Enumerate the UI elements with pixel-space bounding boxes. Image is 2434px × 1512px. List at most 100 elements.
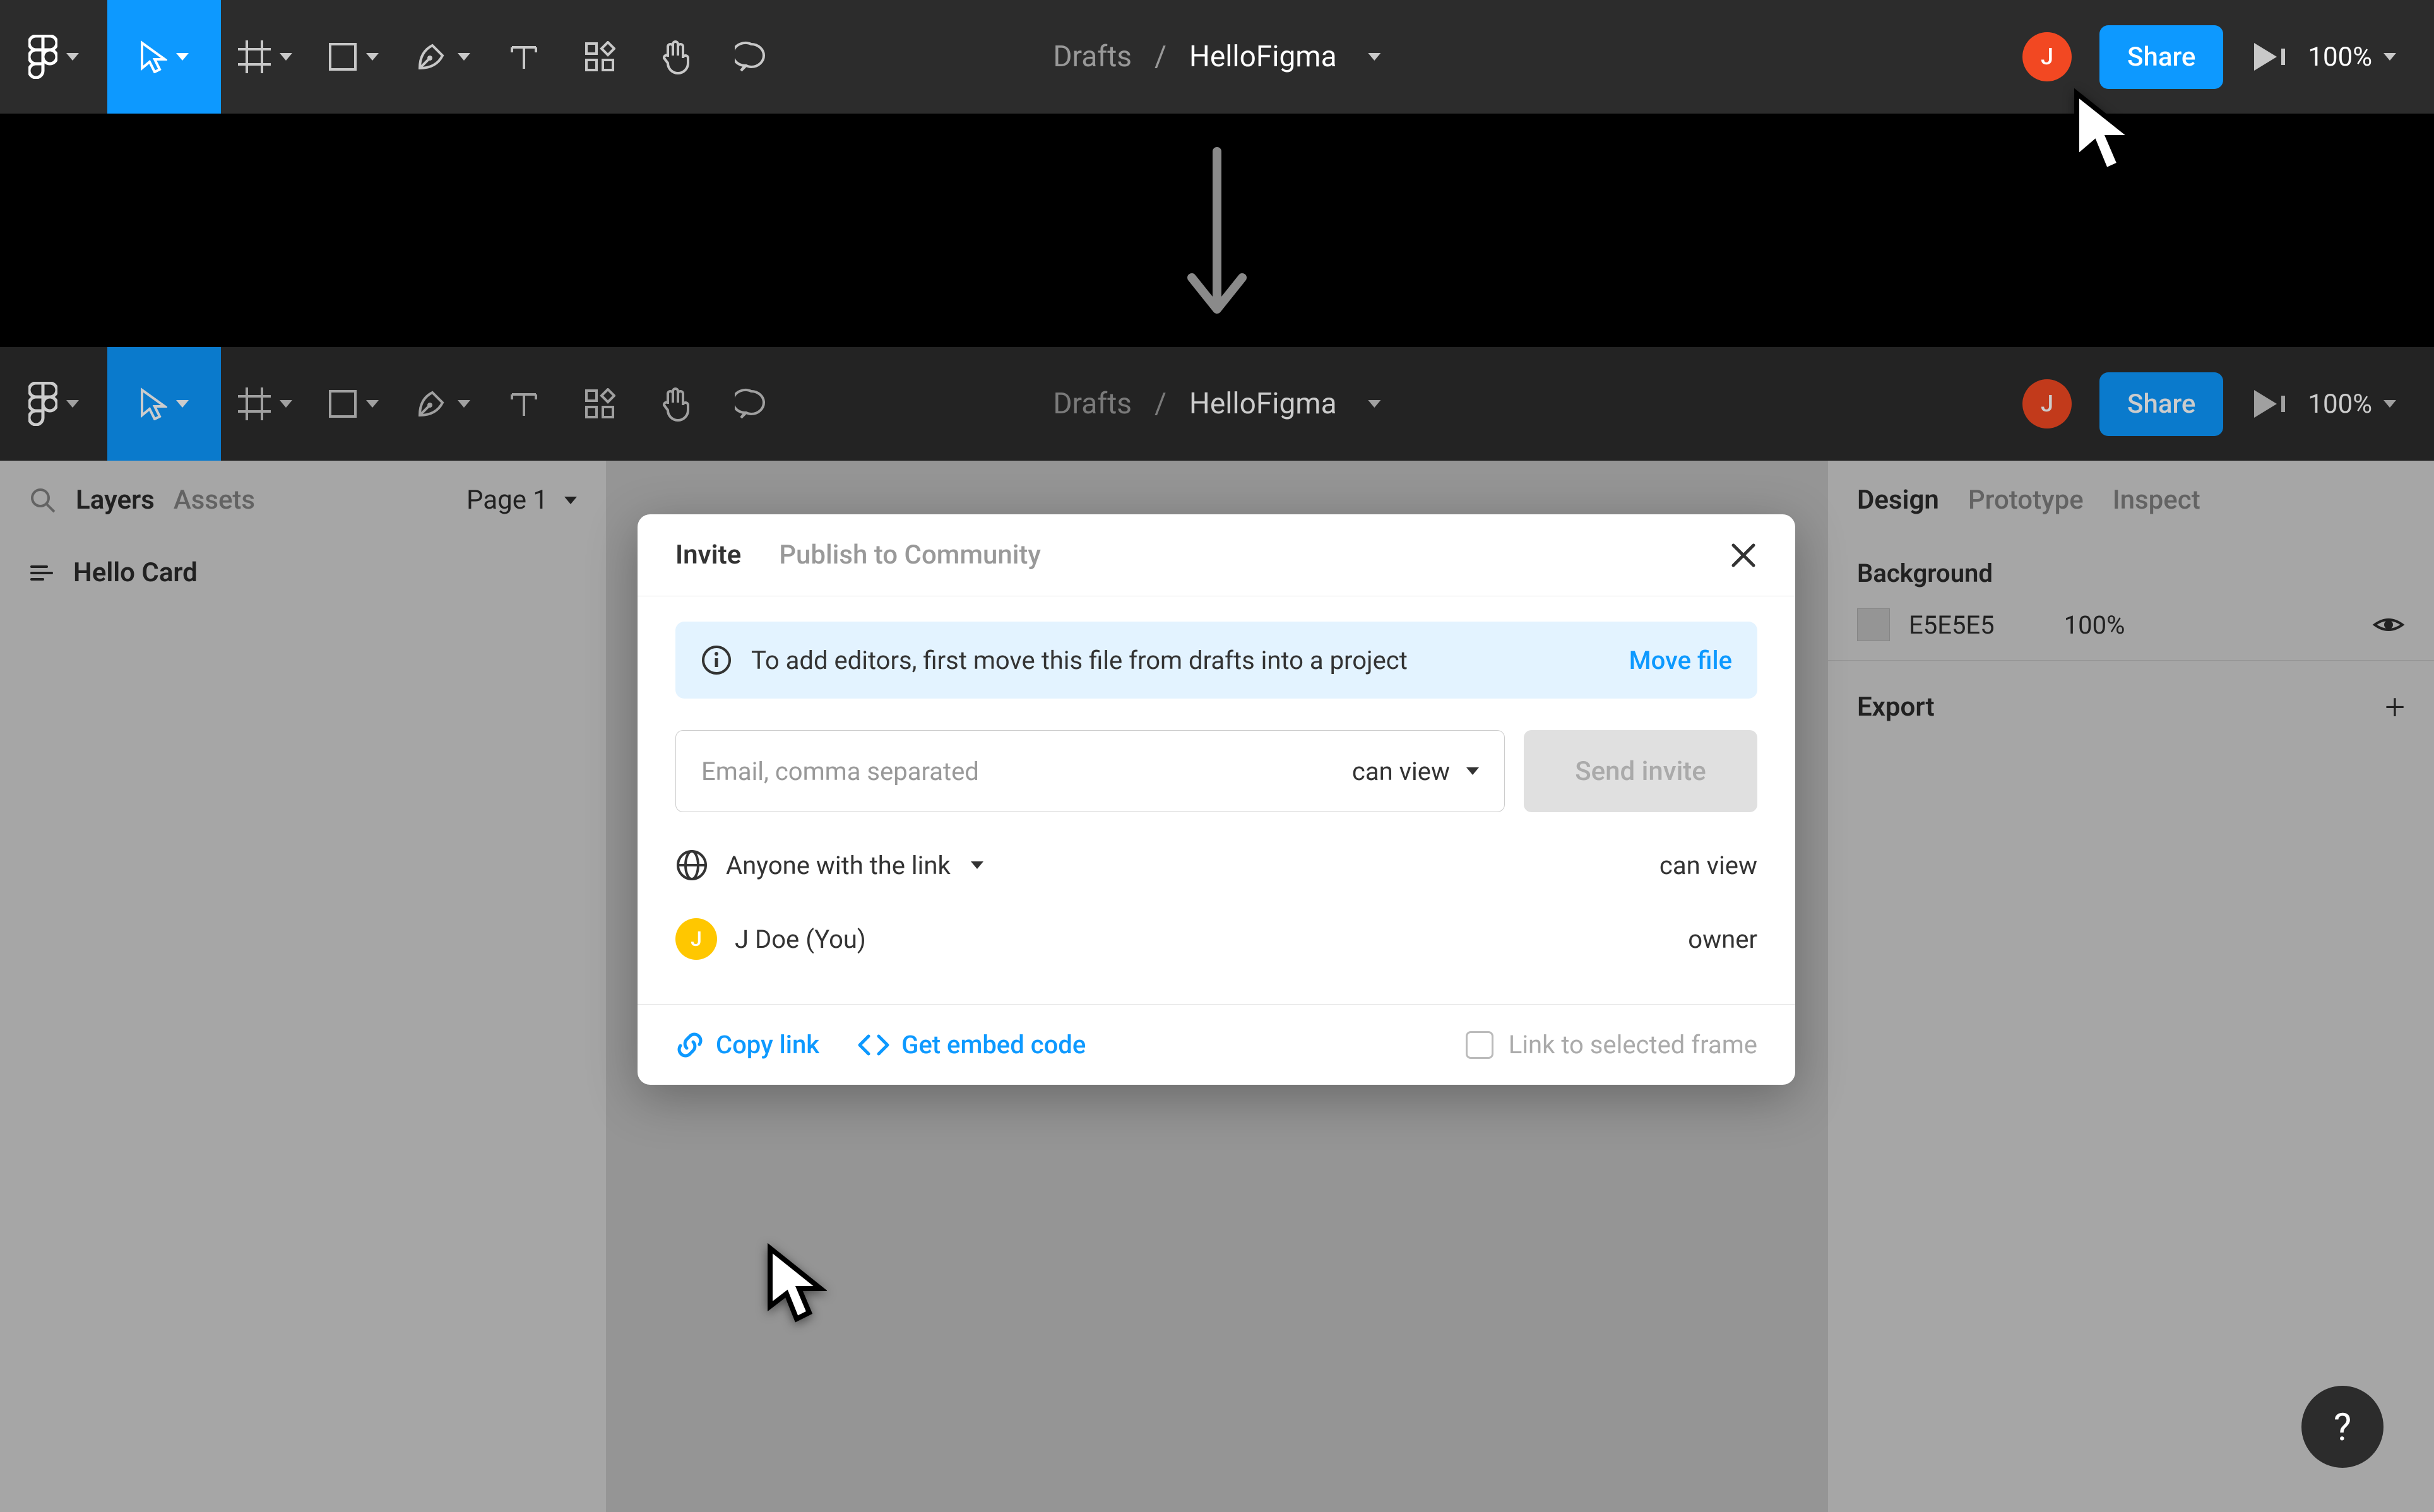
share-button[interactable]: Share bbox=[2099, 25, 2223, 89]
pen-tool-button[interactable] bbox=[398, 0, 486, 114]
frame-tool-button[interactable] bbox=[221, 347, 309, 461]
tab-prototype[interactable]: Prototype bbox=[1968, 485, 2084, 516]
move-file-link[interactable]: Move file bbox=[1629, 646, 1732, 675]
layer-item[interactable]: Hello Card bbox=[0, 540, 606, 606]
pen-tool-button[interactable] bbox=[398, 347, 486, 461]
user-avatar[interactable]: J bbox=[2022, 379, 2072, 428]
present-button[interactable] bbox=[2251, 389, 2280, 418]
tab-layers[interactable]: Layers bbox=[76, 485, 155, 516]
layer-name: Hello Card bbox=[73, 557, 198, 588]
chevron-down-icon bbox=[176, 400, 189, 408]
close-icon[interactable] bbox=[1730, 541, 1757, 569]
link-permission-value[interactable]: can view bbox=[1659, 851, 1757, 880]
chevron-down-icon bbox=[458, 400, 470, 408]
comment-tool-button[interactable] bbox=[713, 347, 789, 461]
file-name[interactable]: HelloFigma bbox=[1189, 40, 1337, 74]
visibility-icon[interactable] bbox=[2372, 613, 2405, 636]
breadcrumb[interactable]: Drafts / HelloFigma bbox=[1053, 387, 1380, 421]
shape-tool-button[interactable] bbox=[309, 0, 398, 114]
code-icon bbox=[857, 1032, 890, 1058]
tab-design[interactable]: Design bbox=[1857, 485, 1939, 516]
link-icon bbox=[675, 1031, 704, 1060]
hand-icon bbox=[659, 39, 692, 74]
add-export-icon[interactable]: + bbox=[2385, 686, 2405, 728]
breadcrumb-separator: / bbox=[1155, 40, 1167, 74]
invite-permission-select[interactable]: can view bbox=[1352, 757, 1479, 786]
chevron-down-icon bbox=[280, 400, 292, 408]
right-panel-tabs: Design Prototype Inspect bbox=[1828, 461, 2434, 540]
help-fab[interactable]: ? bbox=[2301, 1386, 2384, 1468]
breadcrumb-separator: / bbox=[1155, 387, 1167, 421]
link-scope-label[interactable]: Anyone with the link bbox=[726, 851, 951, 880]
shape-tool-button[interactable] bbox=[309, 347, 398, 461]
background-row[interactable]: E5E5E5 100% bbox=[1828, 601, 2434, 660]
cursor-pointer-icon bbox=[764, 1243, 827, 1325]
resources-button[interactable] bbox=[562, 347, 638, 461]
hand-tool-button[interactable] bbox=[638, 347, 713, 461]
left-panel-header: Layers Assets Page 1 bbox=[0, 461, 606, 540]
figma-menu-button[interactable] bbox=[0, 347, 107, 461]
chevron-down-icon[interactable] bbox=[971, 861, 983, 869]
comment-icon bbox=[735, 387, 768, 420]
hand-tool-button[interactable] bbox=[638, 0, 713, 114]
cursor-icon bbox=[140, 40, 167, 73]
move-tool-button[interactable] bbox=[107, 0, 221, 114]
user-label: J Doe (You) bbox=[735, 924, 866, 954]
present-button[interactable] bbox=[2251, 42, 2280, 71]
tab-inspect[interactable]: Inspect bbox=[2113, 485, 2200, 516]
chevron-down-icon bbox=[1466, 767, 1479, 775]
move-tool-button[interactable] bbox=[107, 347, 221, 461]
user-avatar[interactable]: J bbox=[2022, 32, 2072, 81]
chevron-down-icon[interactable] bbox=[1368, 53, 1381, 61]
resources-button[interactable] bbox=[562, 0, 638, 114]
tab-publish[interactable]: Publish to Community bbox=[779, 540, 1041, 570]
chevron-down-icon bbox=[564, 497, 577, 504]
color-swatch[interactable] bbox=[1857, 608, 1890, 641]
text-tool-button[interactable] bbox=[486, 347, 562, 461]
frame-link-label: Link to selected frame bbox=[1509, 1030, 1757, 1060]
banner-text: To add editors, first move this file fro… bbox=[751, 646, 1408, 675]
comment-tool-button[interactable] bbox=[713, 0, 789, 114]
lower-state: Drafts / HelloFigma J Share 100% Layers … bbox=[0, 347, 2434, 1512]
tab-assets[interactable]: Assets bbox=[174, 485, 255, 516]
page-select[interactable]: Page 1 bbox=[466, 485, 577, 516]
info-icon bbox=[701, 644, 732, 676]
text-tool-button[interactable] bbox=[486, 0, 562, 114]
globe-icon bbox=[675, 849, 708, 882]
zoom-select[interactable]: 100% bbox=[2308, 389, 2396, 420]
email-input[interactable]: Email, comma separated can view bbox=[675, 730, 1505, 812]
export-section[interactable]: Export + bbox=[1828, 660, 2434, 753]
frame-icon bbox=[29, 563, 54, 583]
owner-row: J J Doe (You) owner bbox=[675, 918, 1757, 960]
toolbar-top: Drafts / HelloFigma J Share 100% bbox=[0, 0, 2434, 114]
comment-icon bbox=[735, 40, 768, 73]
chevron-down-icon bbox=[458, 53, 470, 61]
text-icon bbox=[509, 42, 538, 71]
frame-icon bbox=[238, 40, 271, 73]
chevron-down-icon bbox=[366, 400, 379, 408]
file-name[interactable]: HelloFigma bbox=[1189, 387, 1337, 421]
chevron-down-icon[interactable] bbox=[1368, 400, 1381, 408]
background-hex[interactable]: E5E5E5 bbox=[1909, 610, 1995, 640]
frame-tool-button[interactable] bbox=[221, 0, 309, 114]
search-icon[interactable] bbox=[29, 487, 57, 514]
figma-menu-button[interactable] bbox=[0, 0, 107, 114]
send-invite-button[interactable]: Send invite bbox=[1524, 730, 1757, 812]
text-icon bbox=[509, 389, 538, 418]
step-arrow-icon bbox=[1179, 145, 1255, 322]
tab-invite[interactable]: Invite bbox=[675, 540, 741, 570]
breadcrumb[interactable]: Drafts / HelloFigma bbox=[1053, 40, 1380, 74]
share-button[interactable]: Share bbox=[2099, 372, 2223, 436]
square-icon bbox=[328, 389, 357, 418]
copy-link-button[interactable]: Copy link bbox=[675, 1030, 819, 1060]
figma-icon bbox=[28, 35, 57, 79]
breadcrumb-parent[interactable]: Drafts bbox=[1053, 387, 1132, 421]
copy-link-label: Copy link bbox=[716, 1030, 819, 1060]
embed-code-button[interactable]: Get embed code bbox=[857, 1030, 1086, 1060]
background-opacity[interactable]: 100% bbox=[2064, 610, 2125, 640]
frame-link-option[interactable]: Link to selected frame bbox=[1466, 1030, 1757, 1060]
breadcrumb-parent[interactable]: Drafts bbox=[1053, 40, 1132, 74]
checkbox-icon[interactable] bbox=[1466, 1031, 1493, 1059]
zoom-select[interactable]: 100% bbox=[2308, 42, 2396, 73]
cursor-icon bbox=[140, 387, 167, 420]
